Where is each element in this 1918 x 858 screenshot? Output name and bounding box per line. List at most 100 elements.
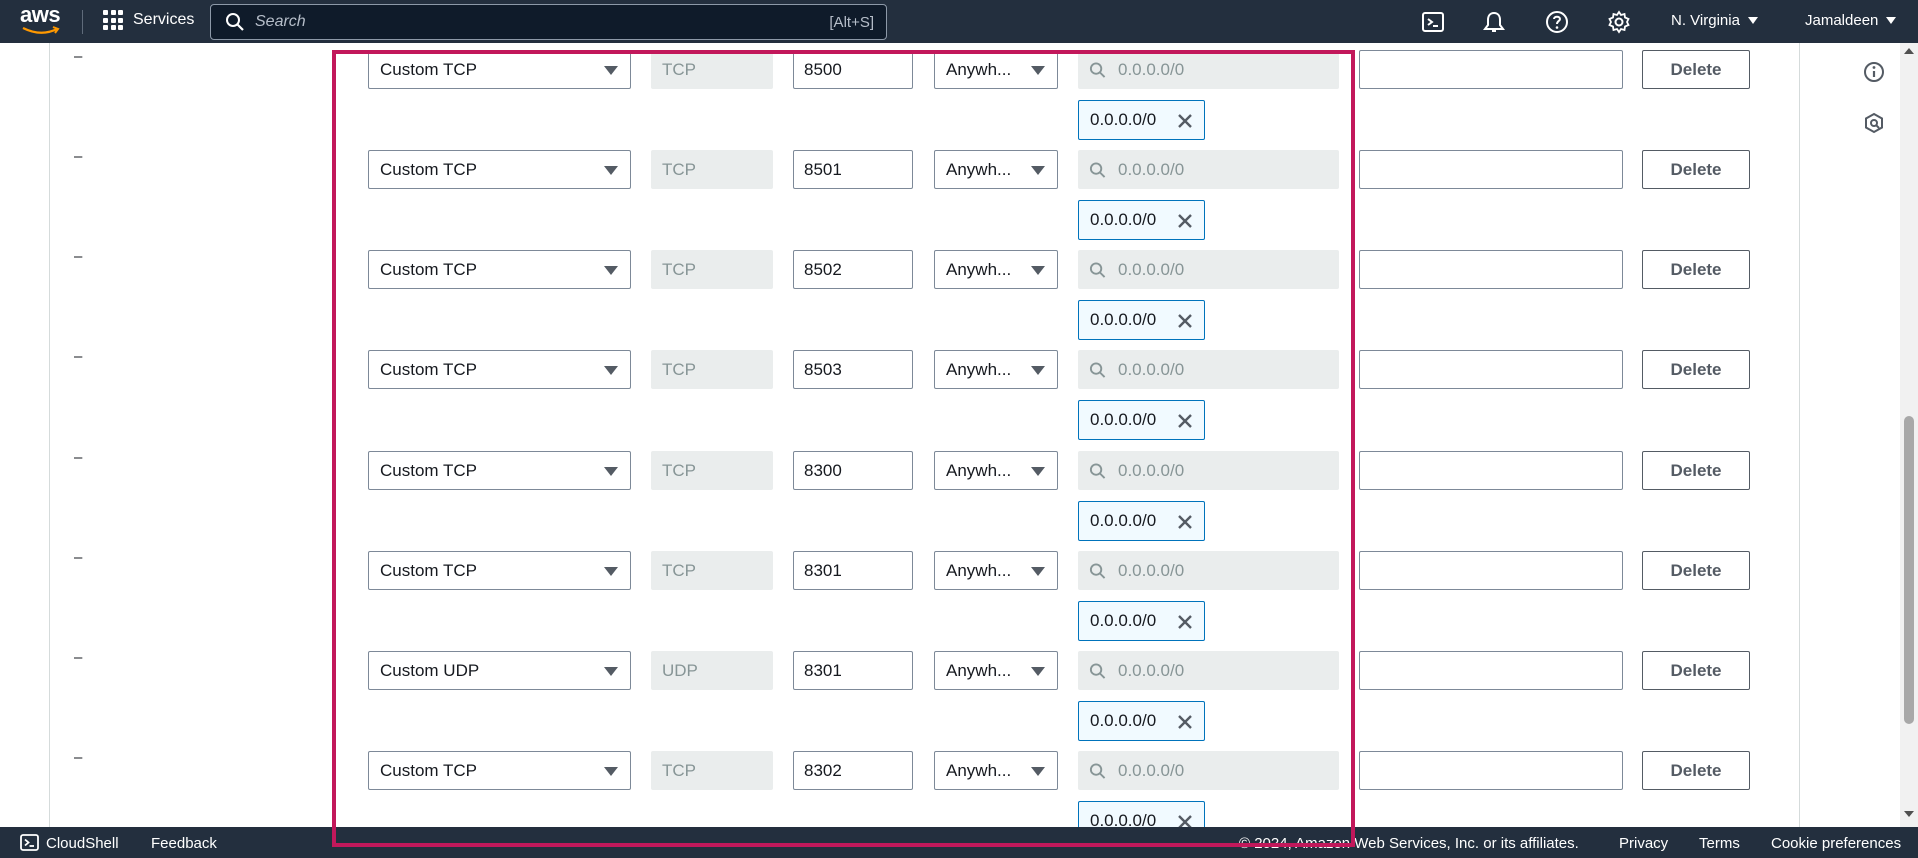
cidr-search-field[interactable] <box>1078 350 1339 389</box>
account-label: Jamaldeen <box>1805 12 1879 29</box>
remove-token-close-icon[interactable] <box>1176 412 1194 430</box>
delete-rule-button[interactable]: Delete <box>1642 350 1750 389</box>
services-menu-button[interactable]: Services <box>103 10 194 30</box>
source-type-select[interactable]: Anywh... <box>934 150 1058 189</box>
rule-row: – Custom TCP TCP Anywh... 0.0.0.0/0 Dele… <box>0 449 1800 551</box>
source-type-select[interactable]: Anywh... <box>934 751 1058 790</box>
cidr-search-input[interactable] <box>1118 259 1339 280</box>
feedback-link[interactable]: Feedback <box>151 835 217 852</box>
search-input[interactable] <box>255 13 830 31</box>
description-input[interactable] <box>1359 250 1623 289</box>
region-selector[interactable]: N. Virginia <box>1671 12 1758 29</box>
source-type-select[interactable]: Anywh... <box>934 250 1058 289</box>
scroll-down-arrow-icon[interactable] <box>1904 811 1914 817</box>
description-input[interactable] <box>1359 551 1623 590</box>
delete-rule-button[interactable]: Delete <box>1642 751 1750 790</box>
cloudshell-icon[interactable] <box>1421 10 1445 34</box>
cidr-search-field[interactable] <box>1078 551 1339 590</box>
delete-rule-button[interactable]: Delete <box>1642 451 1750 490</box>
delete-rule-button[interactable]: Delete <box>1642 250 1750 289</box>
description-input[interactable] <box>1359 150 1623 189</box>
rule-type-select[interactable]: Custom TCP <box>368 751 631 790</box>
cloudshell-link[interactable]: CloudShell <box>46 835 119 852</box>
cidr-search-field[interactable] <box>1078 150 1339 189</box>
rule-type-select[interactable]: Custom TCP <box>368 50 631 89</box>
rule-type-select[interactable]: Custom TCP <box>368 551 631 590</box>
cidr-search-input[interactable] <box>1118 359 1339 380</box>
port-range-input[interactable] <box>793 50 913 89</box>
source-type-value: Anywh... <box>946 660 1012 680</box>
port-range-input[interactable] <box>793 250 913 289</box>
description-input[interactable] <box>1359 50 1623 89</box>
rule-type-select[interactable]: Custom TCP <box>368 250 631 289</box>
cookie-preferences-link[interactable]: Cookie preferences <box>1771 835 1901 852</box>
cidr-search-input[interactable] <box>1118 59 1339 80</box>
port-range-input[interactable] <box>793 651 913 690</box>
source-type-select[interactable]: Anywh... <box>934 451 1058 490</box>
description-input[interactable] <box>1359 451 1623 490</box>
cidr-search-field[interactable] <box>1078 250 1339 289</box>
source-type-value: Anywh... <box>946 259 1012 279</box>
caret-down-icon <box>1031 567 1045 576</box>
cidr-search-input[interactable] <box>1118 760 1339 781</box>
rule-type-value: Custom TCP <box>380 760 477 780</box>
cidr-search-field[interactable] <box>1078 751 1339 790</box>
cidr-search-input[interactable] <box>1118 660 1339 681</box>
privacy-link[interactable]: Privacy <box>1619 835 1668 852</box>
source-type-value: Anywh... <box>946 359 1012 379</box>
cidr-search-input[interactable] <box>1118 560 1339 581</box>
rule-type-select[interactable]: Custom TCP <box>368 150 631 189</box>
aws-logo[interactable]: aws <box>20 4 62 38</box>
settings-gear-icon[interactable] <box>1607 10 1631 34</box>
delete-rule-button[interactable]: Delete <box>1642 50 1750 89</box>
remove-token-close-icon[interactable] <box>1176 713 1194 731</box>
scroll-up-arrow-icon[interactable] <box>1904 48 1914 54</box>
port-range-input[interactable] <box>793 350 913 389</box>
delete-rule-button[interactable]: Delete <box>1642 551 1750 590</box>
cidr-token: 0.0.0.0/0 <box>1078 701 1205 741</box>
scrollbar-thumb[interactable] <box>1904 416 1914 724</box>
search-bar[interactable]: [Alt+S] <box>210 4 887 40</box>
rule-type-select[interactable]: Custom TCP <box>368 451 631 490</box>
cloudshell-icon[interactable] <box>20 834 39 851</box>
remove-token-close-icon[interactable] <box>1176 513 1194 531</box>
cidr-token-label: 0.0.0.0/0 <box>1090 210 1157 229</box>
terms-link[interactable]: Terms <box>1699 835 1740 852</box>
delete-rule-button[interactable]: Delete <box>1642 150 1750 189</box>
rule-type-select[interactable]: Custom TCP <box>368 350 631 389</box>
source-type-select[interactable]: Anywh... <box>934 551 1058 590</box>
delete-rule-button[interactable]: Delete <box>1642 651 1750 690</box>
console-footer: CloudShell Feedback © 2024, Amazon Web S… <box>0 827 1918 858</box>
remove-token-close-icon[interactable] <box>1176 613 1194 631</box>
cidr-token: 0.0.0.0/0 <box>1078 400 1205 440</box>
rule-type-select[interactable]: Custom UDP <box>368 651 631 690</box>
description-input[interactable] <box>1359 350 1623 389</box>
cidr-token-label: 0.0.0.0/0 <box>1090 611 1157 630</box>
cidr-search-field[interactable] <box>1078 50 1339 89</box>
description-input[interactable] <box>1359 751 1623 790</box>
notifications-bell-icon[interactable] <box>1482 10 1506 34</box>
port-range-input[interactable] <box>793 150 913 189</box>
caret-down-icon <box>1031 767 1045 776</box>
remove-token-close-icon[interactable] <box>1176 212 1194 230</box>
port-range-input[interactable] <box>793 551 913 590</box>
remove-token-close-icon[interactable] <box>1176 112 1194 130</box>
port-range-input[interactable] <box>793 751 913 790</box>
rule-row: – Custom UDP UDP Anywh... 0.0.0.0/0 Dele… <box>0 649 1800 751</box>
copyright-text: © 2024, Amazon Web Services, Inc. or its… <box>1239 835 1579 852</box>
description-input[interactable] <box>1359 651 1623 690</box>
remove-token-close-icon[interactable] <box>1176 312 1194 330</box>
port-range-input[interactable] <box>793 451 913 490</box>
cidr-search-input[interactable] <box>1118 159 1339 180</box>
source-type-select[interactable]: Anywh... <box>934 350 1058 389</box>
source-type-select[interactable]: Anywh... <box>934 651 1058 690</box>
cidr-search-field[interactable] <box>1078 651 1339 690</box>
info-icon[interactable] <box>1863 61 1885 83</box>
hexagon-tutorial-icon[interactable] <box>1863 112 1885 134</box>
account-menu[interactable]: Jamaldeen <box>1805 12 1897 29</box>
help-icon[interactable] <box>1545 10 1569 34</box>
cidr-search-field[interactable] <box>1078 451 1339 490</box>
source-type-select[interactable]: Anywh... <box>934 50 1058 89</box>
caret-down-icon <box>1031 166 1045 175</box>
cidr-search-input[interactable] <box>1118 460 1339 481</box>
